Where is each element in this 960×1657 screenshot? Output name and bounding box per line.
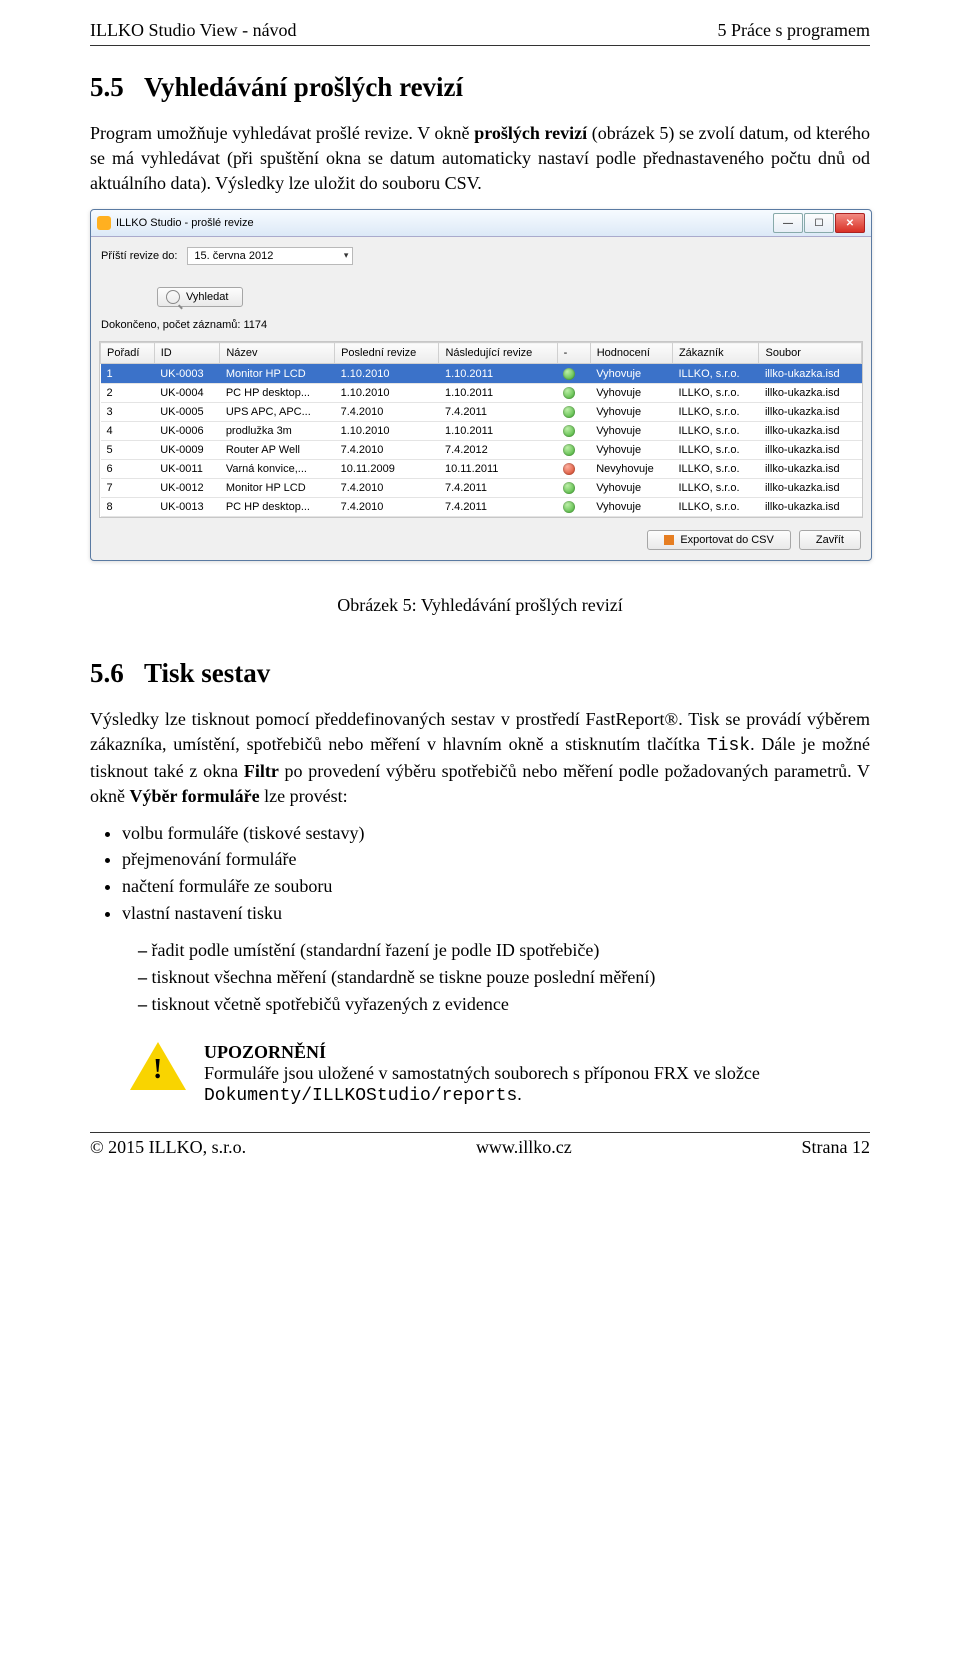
warning-title: UPOZORNĚNÍ xyxy=(204,1042,870,1063)
window-titlebar: ILLKO Studio - prošlé revize — ☐ ✕ xyxy=(91,210,871,237)
table-row[interactable]: 4UK-0006prodlužka 3m1.10.20101.10.2011Vy… xyxy=(101,421,862,440)
column-header[interactable]: ID xyxy=(154,343,220,364)
minimize-button[interactable]: — xyxy=(773,213,803,233)
table-row[interactable]: 5UK-0009Router AP Well7.4.20107.4.2012Vy… xyxy=(101,440,862,459)
status-text: Dokončeno, počet záznamů: 1174 xyxy=(91,313,871,337)
column-header[interactable]: Název xyxy=(220,343,335,364)
list-item: volbu formuláře (tiskové sestavy) xyxy=(122,821,870,846)
warning-icon: ! xyxy=(130,1042,186,1090)
close-dialog-button[interactable]: Zavřít xyxy=(799,530,861,550)
window-title: ILLKO Studio - prošlé revize xyxy=(116,217,254,229)
maximize-button[interactable]: ☐ xyxy=(804,213,834,233)
column-header[interactable]: Následující revize xyxy=(439,343,557,364)
list-item: řadit podle umístění (standardní řazení … xyxy=(138,938,870,963)
section-5-6-paragraph: Výsledky lze tisknout pomocí předdefinov… xyxy=(90,707,870,808)
list-item: přejmenování formuláře xyxy=(122,847,870,872)
warning-body: Formuláře jsou uložené v samostatných so… xyxy=(204,1063,870,1106)
status-ok-icon xyxy=(563,444,575,456)
app-icon xyxy=(97,216,111,230)
grid-header-row[interactable]: PořadíIDNázevPoslední revizeNásledující … xyxy=(101,343,862,364)
footer-left: © 2015 ILLKO, s.r.o. xyxy=(90,1137,246,1158)
table-row[interactable]: 6UK-0011Varná konvice,...10.11.200910.11… xyxy=(101,459,862,478)
status-ok-icon xyxy=(563,387,575,399)
table-row[interactable]: 8UK-0013PC HP desktop...7.4.20107.4.2011… xyxy=(101,498,862,517)
list-item: načtení formuláře ze souboru xyxy=(122,874,870,899)
table-row[interactable]: 2UK-0004PC HP desktop...1.10.20101.10.20… xyxy=(101,383,862,402)
next-revision-label: Příští revize do: xyxy=(101,250,177,262)
column-header[interactable]: Soubor xyxy=(759,343,862,364)
section-5-5-paragraph: Program umožňuje vyhledávat prošlé reviz… xyxy=(90,121,870,195)
page-header: ILLKO Studio View - návod 5 Práce s prog… xyxy=(90,20,870,46)
section-5-6-heading: 5.6 Tisk sestav xyxy=(90,658,870,689)
search-icon xyxy=(166,290,180,304)
export-csv-button[interactable]: Exportovat do CSV xyxy=(647,530,791,550)
column-header[interactable]: Zákazník xyxy=(672,343,759,364)
list-item: tisknout včetně spotřebičů vyřazených z … xyxy=(138,992,870,1017)
status-ok-icon xyxy=(563,406,575,418)
export-icon xyxy=(664,535,674,545)
warning-box: ! UPOZORNĚNÍ Formuláře jsou uložené v sa… xyxy=(130,1042,870,1106)
header-left: ILLKO Studio View - návod xyxy=(90,20,297,41)
list-item: tisknout všechna měření (standardně se t… xyxy=(138,965,870,990)
footer-right: Strana 12 xyxy=(802,1137,870,1158)
status-ok-icon xyxy=(563,425,575,437)
status-fail-icon xyxy=(563,463,575,475)
status-ok-icon xyxy=(563,482,575,494)
search-button[interactable]: Vyhledat xyxy=(157,287,243,307)
header-right: 5 Práce s programem xyxy=(718,20,870,41)
footer-center: www.illko.cz xyxy=(476,1137,572,1158)
screenshot-window: ILLKO Studio - prošlé revize — ☐ ✕ Příšt… xyxy=(90,209,872,561)
section-5-5-heading: 5.5 Vyhledávání prošlých revizí xyxy=(90,72,870,103)
date-picker[interactable]: 15. června 2012 xyxy=(187,247,353,265)
column-header[interactable]: Hodnocení xyxy=(590,343,672,364)
bullet-list-2: řadit podle umístění (standardní řazení … xyxy=(90,938,870,1016)
status-ok-icon xyxy=(563,368,575,380)
close-button[interactable]: ✕ xyxy=(835,213,865,233)
results-grid[interactable]: PořadíIDNázevPoslední revizeNásledující … xyxy=(99,341,863,518)
bullet-list-1: volbu formuláře (tiskové sestavy)přejmen… xyxy=(90,821,870,926)
column-header[interactable]: Pořadí xyxy=(101,343,155,364)
page-footer: © 2015 ILLKO, s.r.o. www.illko.cz Strana… xyxy=(90,1132,870,1158)
table-row[interactable]: 1UK-0003Monitor HP LCD1.10.20101.10.2011… xyxy=(101,364,862,383)
table-row[interactable]: 7UK-0012Monitor HP LCD7.4.20107.4.2011Vy… xyxy=(101,479,862,498)
table-row[interactable]: 3UK-0005UPS APC, APC...7.4.20107.4.2011V… xyxy=(101,402,862,421)
figure-5-caption: Obrázek 5: Vyhledávání prošlých revizí xyxy=(90,595,870,616)
column-header[interactable]: - xyxy=(557,343,590,364)
status-ok-icon xyxy=(563,501,575,513)
column-header[interactable]: Poslední revize xyxy=(335,343,439,364)
list-item: vlastní nastavení tisku xyxy=(122,901,870,926)
